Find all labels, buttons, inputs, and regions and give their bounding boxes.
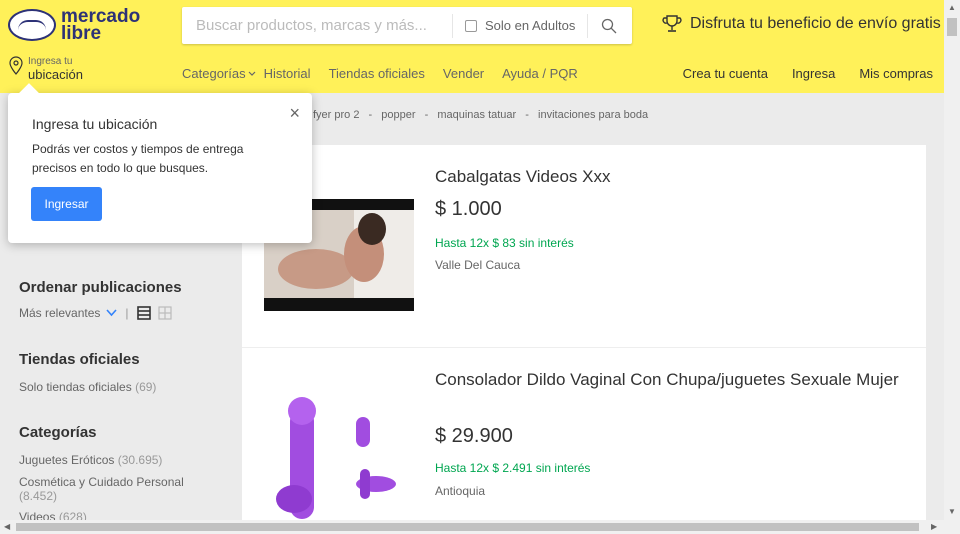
scrollbar-thumb[interactable]: [947, 18, 957, 36]
location-label-small: Ingresa tu: [28, 56, 73, 67]
create-account-link[interactable]: Crea tu cuenta: [683, 66, 768, 81]
nav-tiendas-oficiales[interactable]: Tiendas oficiales: [329, 66, 425, 81]
header-bar: mercado libre Solo en Adultos Disfruta t…: [0, 0, 944, 93]
login-link[interactable]: Ingresa: [792, 66, 835, 81]
mercadolibre-logo[interactable]: mercado libre: [8, 7, 140, 44]
category-label: Cosmética y Cuidado Personal: [19, 475, 184, 489]
scroll-right-icon[interactable]: ▶: [931, 522, 937, 531]
categories-title: Categorías: [19, 424, 97, 441]
related-search-separator: -: [368, 109, 373, 121]
product-title[interactable]: Consolador Dildo Vaginal Con Chupa/jugue…: [435, 369, 905, 391]
scroll-down-icon[interactable]: ▼: [948, 507, 956, 516]
search-button[interactable]: [588, 7, 630, 44]
divider: |: [125, 306, 129, 320]
seller-location: Antioquia: [435, 484, 486, 498]
search-icon: [602, 18, 617, 33]
free-shipping-text: Disfruta tu beneficio de envío gratis: [690, 15, 941, 32]
results-list: Cabalgatas Videos Xxx $ 1.000 Hasta 12x …: [242, 145, 926, 525]
main-nav: Categorías Historial Tiendas oficiales V…: [182, 66, 596, 81]
adult-filter-label: Solo en Adultos: [485, 18, 576, 33]
sort-title: Ordenar publicaciones: [19, 279, 182, 296]
result-item[interactable]: Cabalgatas Videos Xxx $ 1.000 Hasta 12x …: [242, 145, 926, 348]
category-filter-item[interactable]: Juguetes Eróticos (30.695): [19, 453, 162, 467]
related-search-item[interactable]: invitaciones para boda: [538, 109, 648, 121]
nav-vender[interactable]: Vender: [443, 66, 484, 81]
sort-dropdown[interactable]: Más relevantes: [19, 306, 100, 320]
trophy-icon: [662, 15, 682, 32]
adult-filter-checkbox[interactable]: Solo en Adultos: [453, 18, 587, 33]
related-search-separator: -: [525, 109, 529, 121]
category-label: Juguetes Eróticos: [19, 453, 115, 467]
handshake-icon: [8, 9, 56, 41]
nav-historial[interactable]: Historial: [264, 66, 311, 81]
related-search-item[interactable]: maquinas tatuar: [437, 109, 516, 121]
logo-line2: libre: [61, 23, 102, 44]
free-shipping-promo[interactable]: Disfruta tu beneficio de envío gratis: [662, 14, 941, 34]
official-stores-label: Solo tiendas oficiales: [19, 380, 132, 394]
popup-login-button[interactable]: Ingresar: [31, 187, 102, 221]
seller-location: Valle Del Cauca: [435, 258, 521, 272]
result-item[interactable]: Consolador Dildo Vaginal Con Chupa/jugue…: [242, 349, 926, 534]
grid-view-icon[interactable]: [157, 306, 172, 320]
category-count: (30.695): [117, 453, 163, 467]
related-search-item[interactable]: fyer pro 2: [313, 109, 359, 121]
scroll-left-icon[interactable]: ◀: [4, 522, 10, 531]
account-nav: Crea tu cuenta Ingresa Mis compras: [659, 66, 933, 81]
popup-title: Ingresa tu ubicación: [32, 116, 158, 132]
my-purchases-link[interactable]: Mis compras: [859, 66, 933, 81]
related-searches: fyer pro 2 - popper - maquinas tatuar - …: [313, 109, 654, 121]
list-view-icon[interactable]: [136, 306, 151, 320]
related-search-separator: -: [424, 109, 429, 121]
related-search-item[interactable]: popper: [381, 109, 415, 121]
official-stores-filter[interactable]: Solo tiendas oficiales (69): [19, 380, 156, 394]
product-price: $ 1.000: [435, 198, 502, 220]
nav-ayuda[interactable]: Ayuda / PQR: [502, 66, 578, 81]
installments-text: Hasta 12x $ 2.491 sin interés: [435, 461, 591, 475]
location-selector[interactable]: Ingresa tu ubicación: [9, 56, 83, 82]
nav-categorias[interactable]: Categorías: [182, 66, 246, 81]
official-stores-count: (69): [135, 380, 157, 394]
vertical-scrollbar[interactable]: ▲ ▼: [944, 0, 960, 520]
horizontal-scrollbar[interactable]: ◀ ▶: [0, 520, 944, 534]
search-bar: Solo en Adultos: [182, 7, 632, 44]
scrollbar-thumb[interactable]: [16, 523, 919, 531]
category-filter-item[interactable]: Cosmética y Cuidado Personal (8.452): [19, 475, 219, 503]
product-price: $ 29.900: [435, 425, 513, 447]
location-pin-icon: [9, 56, 23, 75]
sort-control: Más relevantes |: [19, 306, 172, 320]
close-icon[interactable]: ×: [289, 103, 300, 124]
search-input[interactable]: [182, 10, 452, 41]
scroll-up-icon[interactable]: ▲: [948, 3, 956, 12]
product-title[interactable]: Cabalgatas Videos Xxx: [435, 166, 905, 188]
category-count: (8.452): [19, 489, 58, 503]
chevron-down-icon: [248, 71, 256, 76]
official-stores-title: Tiendas oficiales: [19, 351, 140, 368]
product-thumbnail[interactable]: [264, 389, 414, 524]
scrollbar-corner: [944, 520, 960, 534]
checkbox-icon: [465, 19, 477, 32]
location-label: ubicación: [28, 67, 83, 82]
chevron-down-icon[interactable]: [106, 309, 117, 317]
popup-body: Podrás ver costos y tiempos de entrega p…: [32, 142, 244, 175]
installments-text: Hasta 12x $ 83 sin interés: [435, 236, 574, 250]
location-popup: × Ingresa tu ubicación Podrás ver costos…: [8, 83, 312, 243]
